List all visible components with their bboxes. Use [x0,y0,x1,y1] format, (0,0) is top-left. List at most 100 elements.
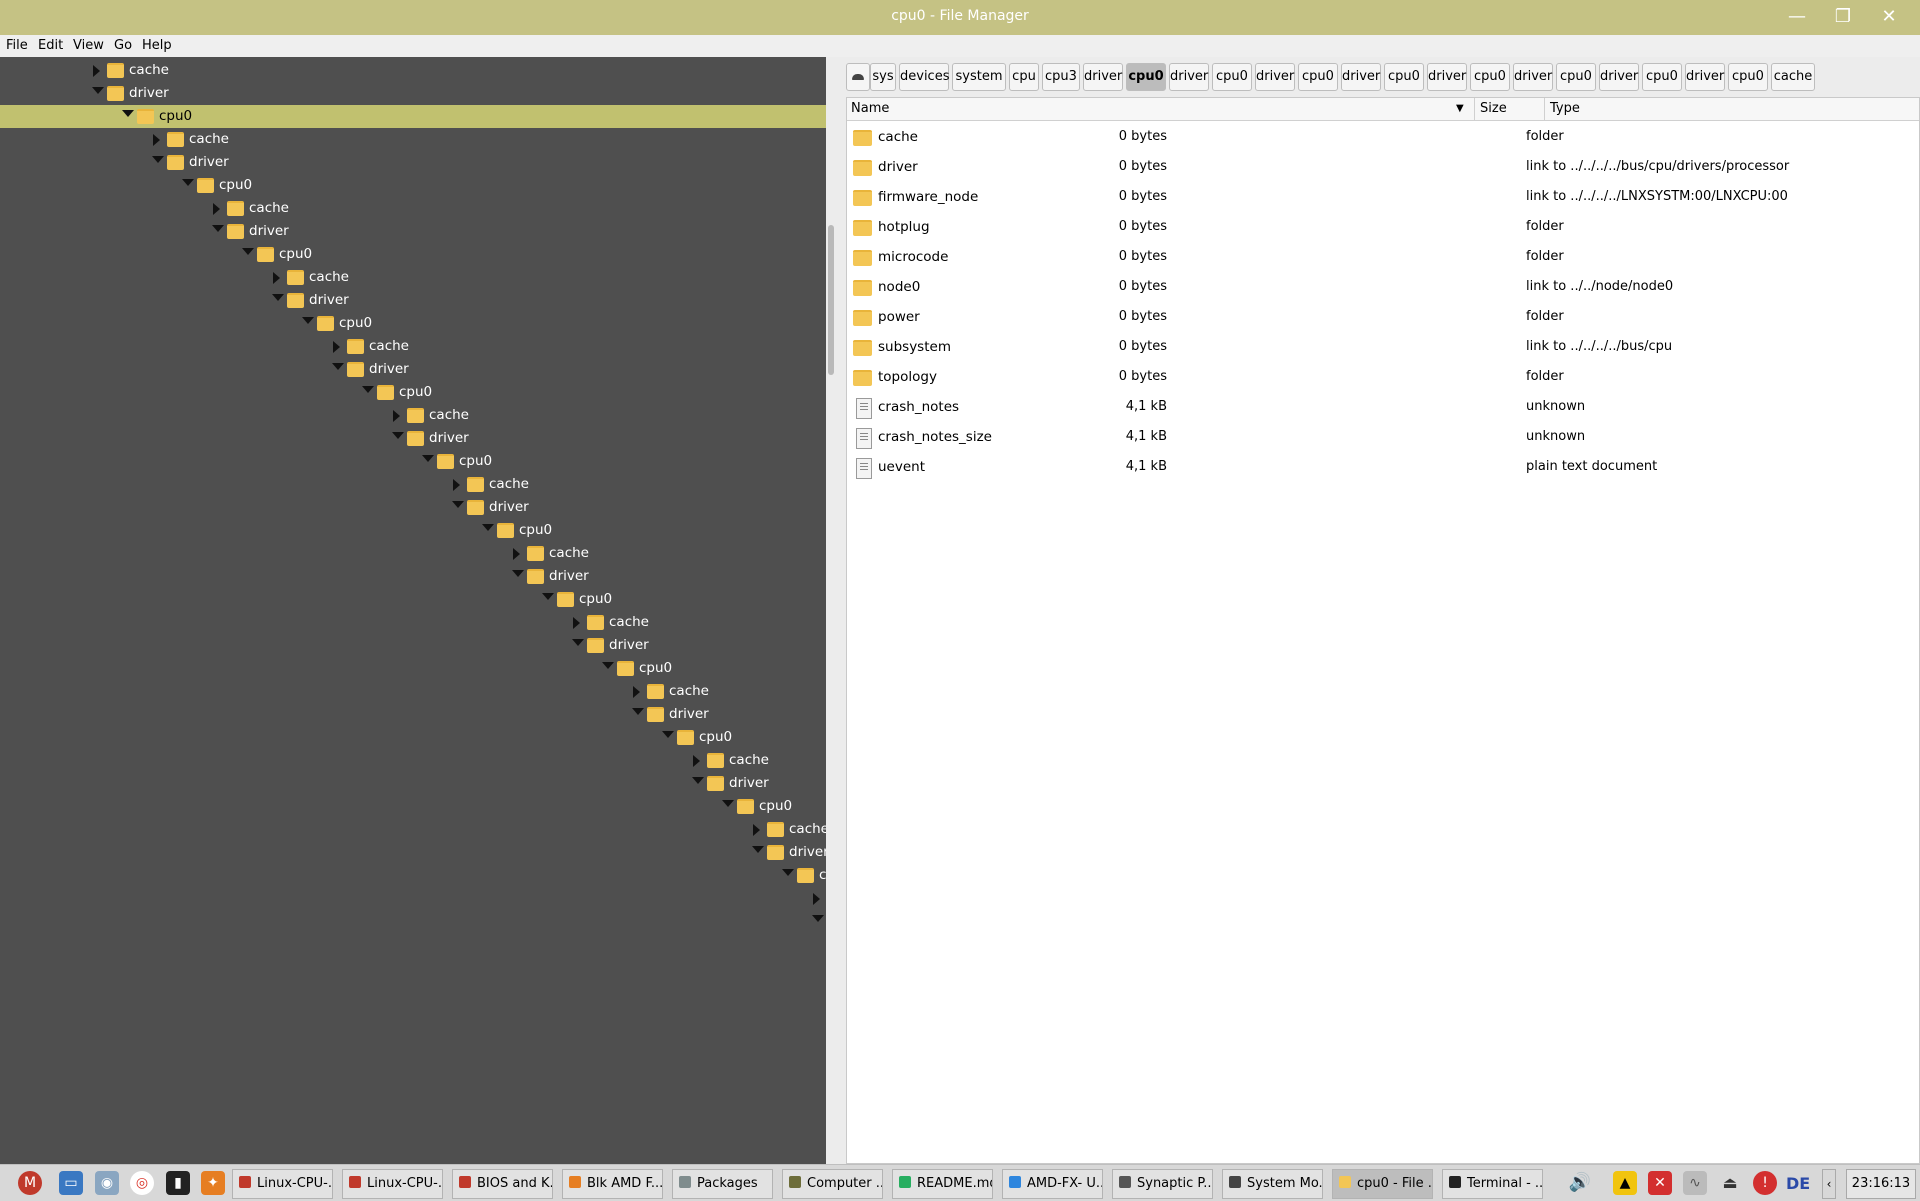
expanded-arrow-icon[interactable] [572,639,584,646]
tree-node-cpu0[interactable]: cpu0 [0,864,826,887]
taskbar-window-button[interactable]: Linux-CPU-... [232,1169,333,1199]
path-crumb-driver[interactable]: driver [1255,63,1295,91]
tree-node-driver[interactable]: driver [0,220,826,243]
menu-go[interactable]: Go [114,38,132,53]
expanded-arrow-icon[interactable] [452,501,464,508]
path-crumb-driver[interactable]: driver [1083,63,1123,91]
menu-file[interactable]: File [6,38,28,53]
tree-node-driver[interactable]: driver [0,634,826,657]
maximize-button[interactable]: ❐ [1829,3,1857,31]
tree-node-cpu0[interactable]: cpu0 [0,657,826,680]
tree-node-driver[interactable]: driver [0,496,826,519]
collapsed-arrow-icon[interactable] [333,341,340,353]
file-row[interactable]: microcode 0 bytes folder [847,242,1919,272]
taskbar-window-button[interactable]: Linux-CPU-... [342,1169,443,1199]
path-root-drive-button[interactable] [846,63,870,91]
path-crumb-cpu0[interactable]: cpu0 [1384,63,1424,91]
path-crumb-driver[interactable]: driver [1513,63,1553,91]
collapsed-arrow-icon[interactable] [153,134,160,146]
tree-node-cpu0[interactable]: cpu0 [0,381,826,404]
alert-icon[interactable]: ! [1753,1171,1777,1195]
expanded-arrow-icon[interactable] [482,524,494,531]
expanded-arrow-icon[interactable] [752,846,764,853]
tree-node-cpu0[interactable]: cpu0 [0,1140,826,1163]
tree-node-cpu0[interactable]: cpu0 [0,105,826,128]
collapsed-arrow-icon[interactable] [813,893,820,905]
tree-node-driver[interactable]: driver [0,703,826,726]
collapsed-arrow-icon[interactable] [393,410,400,422]
collapsed-arrow-icon[interactable] [513,548,520,560]
file-row[interactable]: node0 0 bytes link to ../../node/node0 [847,272,1919,302]
tree-node-cache[interactable]: cache [0,749,826,772]
taskbar-window-button[interactable]: cpu0 - File ... [1332,1169,1433,1199]
volume-icon[interactable]: 🔊 [1568,1171,1592,1195]
tray-expand-icon[interactable]: ‹ [1822,1169,1836,1199]
updates-icon[interactable]: ▲ [1613,1171,1637,1195]
collapsed-arrow-icon[interactable] [213,203,220,215]
file-row[interactable]: driver 0 bytes link to ../../../../bus/cpu… [847,152,1919,182]
file-row[interactable]: hotplug 0 bytes folder [847,212,1919,242]
tree-node-cache[interactable]: cache [0,818,826,841]
collapsed-arrow-icon[interactable] [753,824,760,836]
file-row[interactable]: crash_notes 4,1 kB unknown [847,392,1919,422]
expanded-arrow-icon[interactable] [422,455,434,462]
tree-scrollbar[interactable] [826,57,836,1164]
tree-node-cache[interactable]: cache [0,128,826,151]
path-crumb-driver[interactable]: driver [1169,63,1209,91]
taskbar-window-button[interactable]: AMD-FX- U... [1002,1169,1103,1199]
tree-node-cache[interactable]: cache [0,335,826,358]
taskbar-window-button[interactable]: Computer ... [782,1169,883,1199]
expanded-arrow-icon[interactable] [302,317,314,324]
expanded-arrow-icon[interactable] [542,593,554,600]
path-crumb-cpu0[interactable]: cpu0 [1728,63,1768,91]
file-row[interactable]: power 0 bytes folder [847,302,1919,332]
path-crumb-cpu0[interactable]: cpu0 [1470,63,1510,91]
tree-node-driver[interactable]: driver [0,772,826,795]
column-size[interactable]: Size [1480,101,1507,116]
tree-node-cpu0[interactable]: cpu0 [0,519,826,542]
collapsed-arrow-icon[interactable] [573,617,580,629]
collapsed-arrow-icon[interactable] [453,479,460,491]
collapsed-arrow-icon[interactable] [93,65,100,77]
tree-node-cache[interactable]: cache [0,197,826,220]
tree-node-cpu0[interactable]: cpu0 [0,588,826,611]
close-button[interactable]: ✕ [1875,3,1903,31]
tree-node-cpu0[interactable]: cpu0 [0,1071,826,1094]
tree-node-cpu0[interactable]: cpu0 [0,933,826,956]
tree-node-cache[interactable]: cache [0,473,826,496]
tree-node-cache[interactable]: cache [0,611,826,634]
expanded-arrow-icon[interactable] [722,800,734,807]
path-crumb-system[interactable]: system [952,63,1006,91]
tree-node-cpu0[interactable]: cpu0 [0,312,826,335]
path-crumb-cache[interactable]: cache [1771,63,1815,91]
path-crumb-sys[interactable]: sys [870,63,896,91]
tree-scrollbar-thumb[interactable] [828,225,834,375]
taskbar-window-button[interactable]: README.md [892,1169,993,1199]
expanded-arrow-icon[interactable] [812,915,824,922]
path-crumb-cpu0[interactable]: cpu0 [1126,63,1166,91]
network-disconnected-icon[interactable]: ✕ [1648,1171,1672,1195]
taskbar-window-button[interactable]: System Mo... [1222,1169,1323,1199]
file-row[interactable]: firmware_node 0 bytes link to ../../../../… [847,182,1919,212]
tree-node-driver[interactable]: driver [0,289,826,312]
path-crumb-devices[interactable]: devices [899,63,949,91]
tree-node-cpu0[interactable]: cpu0 [0,795,826,818]
clock[interactable]: 23:16:13 [1846,1169,1916,1199]
expanded-arrow-icon[interactable] [272,294,284,301]
sort-descending-icon[interactable]: ▼ [1456,103,1464,114]
tree-node-driver[interactable]: driver [0,358,826,381]
tree-node-driver[interactable]: driver [0,1117,826,1140]
expanded-arrow-icon[interactable] [602,662,614,669]
expanded-arrow-icon[interactable] [392,432,404,439]
expanded-arrow-icon[interactable] [782,869,794,876]
tree-node-cache[interactable]: cache [0,1094,826,1117]
tree-node-cpu0[interactable]: cpu0 [0,174,826,197]
path-crumb-cpu0[interactable]: cpu0 [1212,63,1252,91]
mx-menu-icon[interactable]: M [18,1171,42,1195]
desktop-icon[interactable]: ▭ [59,1171,83,1195]
file-row[interactable]: cache 0 bytes folder [847,122,1919,152]
expanded-arrow-icon[interactable] [152,156,164,163]
tree-node-driver[interactable]: driver [0,565,826,588]
tree-node-driver[interactable]: driver [0,910,826,933]
tree-node-driver[interactable]: driver [0,841,826,864]
